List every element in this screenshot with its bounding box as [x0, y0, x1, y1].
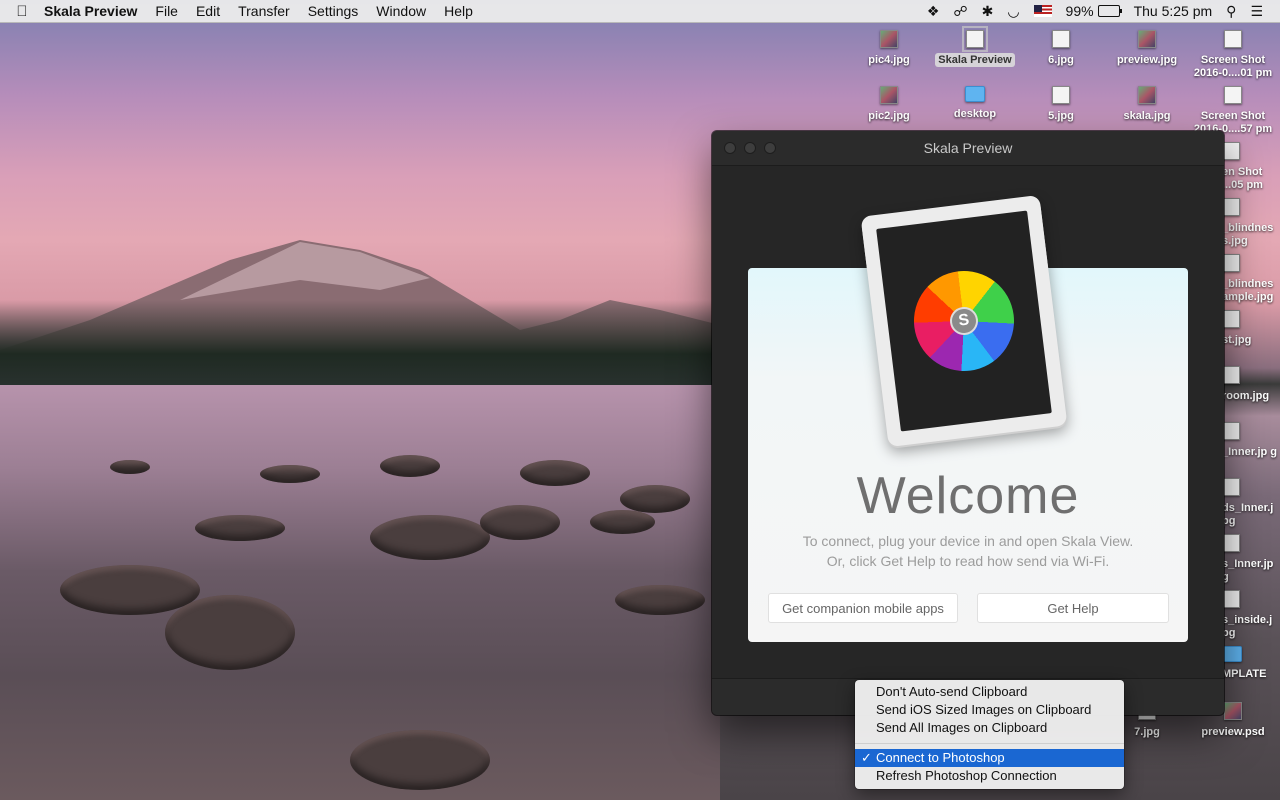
desktop-icon-screenshot-2[interactable]: Screen Shot 2016-0....57 pm [1193, 86, 1273, 136]
image-file-icon [880, 86, 898, 104]
desktop-icon-screenshot-1[interactable]: Screen Shot 2016-0....01 pm [1193, 30, 1273, 80]
image-file-icon [1222, 590, 1240, 608]
desktop-icon-blindness-2[interactable]: _blindnes ample.jpg [1222, 254, 1280, 304]
creative-cloud-icon[interactable]: ☍ [946, 3, 974, 20]
get-help-button[interactable]: Get Help [977, 593, 1169, 623]
desktop-icon-skala-preview[interactable]: Skala Preview [935, 26, 1015, 67]
skala-preview-window: Skala Preview S Welcome To connect, plug… [712, 131, 1224, 715]
wifi-icon[interactable]: ◡ [1000, 3, 1026, 20]
welcome-heading: Welcome [856, 467, 1080, 525]
desktop-icon-template-folder[interactable]: MPLATE [1222, 646, 1280, 681]
clock[interactable]: Thu 5:25 pm [1127, 3, 1220, 19]
menu-item-send-all-images[interactable]: Send All Images on Clipboard [855, 719, 1124, 737]
instruction-line-2: Or, click Get Help to read how send via … [826, 553, 1110, 569]
battery-status[interactable]: 99% [1059, 3, 1127, 19]
skala-logo-icon: S [948, 305, 980, 337]
menu-item-refresh-photoshop[interactable]: Refresh Photoshop Connection [855, 767, 1124, 785]
menu-item-label: Connect to Photoshop [876, 750, 1005, 765]
screenshot-file-icon [1222, 142, 1240, 160]
image-file-icon [1052, 30, 1070, 48]
app-file-icon [962, 26, 988, 52]
image-file-icon [1052, 86, 1070, 104]
folder-icon [1222, 646, 1242, 662]
menu-item-connect-photoshop[interactable]: ✓ Connect to Photoshop [855, 749, 1124, 767]
folder-icon [965, 86, 985, 102]
desktop-icon-blindness-1[interactable]: _blindnes s.jpg [1222, 198, 1280, 248]
desktop-icon-desktop-folder[interactable]: desktop [935, 86, 1015, 121]
clipboard-context-menu: Don't Auto-send Clipboard Send iOS Sized… [855, 680, 1124, 789]
menu-help[interactable]: Help [435, 3, 482, 19]
desktop-icon-room[interactable]: room.jpg [1222, 366, 1280, 403]
menu-edit[interactable]: Edit [187, 3, 229, 19]
checkmark-icon: ✓ [861, 750, 872, 765]
status-area: ❖ ☍ ✱ ◡ 99% Thu 5:25 pm ⚲ ☰ [920, 3, 1280, 20]
menu-file[interactable]: File [146, 3, 187, 19]
window-titlebar[interactable]: Skala Preview [712, 131, 1224, 166]
desktop-icon-inner-3[interactable]: s_Inner.jp g [1222, 534, 1280, 584]
lake [0, 385, 720, 800]
menu-app-name[interactable]: Skala Preview [44, 3, 146, 19]
image-file-icon [1222, 478, 1240, 496]
psd-file-icon [1224, 702, 1242, 720]
desktop-icon-screenshot-3[interactable]: en Shot ...05 pm [1222, 142, 1280, 192]
image-file-icon [1222, 534, 1240, 552]
tablet-illustration-icon: S [860, 194, 1068, 448]
apple-menu-icon[interactable]:  [0, 3, 44, 20]
desktop-icon-pic4[interactable]: pic4.jpg [849, 30, 929, 67]
notification-center-icon[interactable]: ☰ [1243, 3, 1270, 20]
menu-window[interactable]: Window [367, 3, 435, 19]
menu-separator [855, 743, 1124, 744]
menu-item-dont-auto-send[interactable]: Don't Auto-send Clipboard [855, 683, 1124, 701]
desktop-icon-inside[interactable]: s_inside.j pg [1222, 590, 1280, 640]
desktop-icon-inner-2[interactable]: ds_Inner.j pg [1222, 478, 1280, 528]
battery-percent: 99% [1065, 3, 1094, 19]
menu-item-send-ios-sized[interactable]: Send iOS Sized Images on Clipboard [855, 701, 1124, 719]
screenshot-file-icon [1224, 86, 1242, 104]
desktop-icon-inner-1[interactable]: _Inner.jp g [1222, 422, 1280, 459]
image-file-icon [1138, 86, 1156, 104]
color-wheel-icon: S [908, 265, 1020, 377]
image-file-icon [1138, 30, 1156, 48]
battery-icon [1097, 5, 1122, 17]
tablet-screen: S [876, 210, 1052, 432]
menu-settings[interactable]: Settings [299, 3, 368, 19]
image-file-icon [1222, 254, 1240, 272]
desktop-icon-preview-jpg[interactable]: preview.jpg [1107, 30, 1187, 67]
dropbox-icon[interactable]: ❖ [920, 3, 947, 20]
image-file-icon [1222, 366, 1240, 384]
desktop-icon-st[interactable]: st.jpg [1222, 310, 1280, 347]
bluetooth-icon[interactable]: ✱ [975, 3, 1001, 20]
menu-bar:  Skala Preview File Edit Transfer Setti… [0, 0, 1280, 23]
menu-transfer[interactable]: Transfer [229, 3, 299, 19]
image-file-icon [880, 30, 898, 48]
screenshot-file-icon [1224, 30, 1242, 48]
image-file-icon [1222, 310, 1240, 328]
desktop-icon-5[interactable]: 5.jpg [1021, 86, 1101, 123]
spotlight-search-icon[interactable]: ⚲ [1219, 3, 1243, 20]
desktop-icon-skala-jpg[interactable]: skala.jpg [1107, 86, 1187, 123]
image-file-icon [1222, 422, 1240, 440]
image-file-icon [1222, 198, 1240, 216]
get-companion-apps-button[interactable]: Get companion mobile apps [768, 593, 958, 623]
desktop-icon-pic2[interactable]: pic2.jpg [849, 86, 929, 123]
welcome-instructions: To connect, plug your device in and open… [748, 531, 1188, 571]
instruction-line-1: To connect, plug your device in and open… [802, 533, 1134, 549]
treeline [0, 300, 720, 390]
window-title: Skala Preview [923, 140, 1013, 156]
desktop-icon-6[interactable]: 6.jpg [1021, 30, 1101, 67]
input-source-flag-icon[interactable] [1027, 5, 1059, 17]
